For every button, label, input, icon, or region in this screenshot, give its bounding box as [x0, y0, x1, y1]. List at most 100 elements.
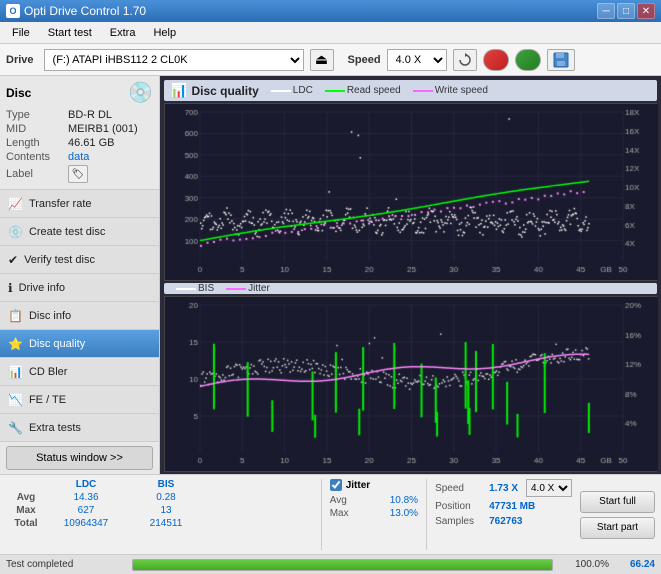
samples-label: Samples	[435, 516, 485, 527]
speed-stat-select[interactable]: 4.0 X	[526, 479, 572, 497]
save-button[interactable]	[547, 49, 575, 71]
sidebar-btn-cd-bler[interactable]: 📊 CD Bler	[0, 358, 159, 386]
drive-select[interactable]: (F:) ATAPI iHBS112 2 CL0K	[44, 49, 304, 71]
disc-contents-label: Contents	[6, 151, 68, 163]
titlebar: O Opti Drive Control 1.70 ─ □ ✕	[0, 0, 661, 22]
top-chart	[164, 103, 657, 281]
color-button-1[interactable]	[483, 49, 509, 71]
cd-bler-icon: 📊	[8, 365, 23, 379]
avg-label: Avg	[6, 492, 46, 503]
disc-section: Disc 💿 Type BD-R DL MID MEIRB1 (001) Len…	[0, 76, 159, 190]
jitter-max-row: Max 13.0%	[330, 508, 418, 519]
progress-bar	[133, 560, 552, 570]
status-text: Test completed	[6, 559, 126, 570]
chart-area: 📊 Disc quality LDC Read speed Write spee…	[160, 76, 661, 474]
charts-wrapper: BIS Jitter	[164, 103, 657, 472]
drive-info-icon: ℹ	[8, 281, 13, 295]
create-test-disc-icon: 💿	[8, 225, 23, 239]
disc-mid-value: MEIRB1 (001)	[68, 123, 138, 135]
speed-stat-value: 1.73 X	[489, 483, 518, 494]
sidebar-btn-disc-quality[interactable]: ⭐Disc quality	[0, 330, 159, 358]
disc-label-button[interactable]: 🏷	[68, 165, 88, 183]
cd-bler-label: CD Bler	[29, 366, 68, 378]
stats-header-row: LDC BIS	[6, 479, 313, 490]
disc-type-value: BD-R DL	[68, 109, 112, 121]
samples-stat-row: Samples 762763	[435, 516, 572, 527]
right-stats: Speed 1.73 X 4.0 X Position 47731 MB Sam…	[426, 479, 572, 550]
menu-start-test[interactable]: Start test	[40, 25, 100, 41]
stats-table: LDC BIS Avg 14.36 0.28 Max 627 13 Total …	[6, 479, 313, 550]
disc-title: Disc	[6, 86, 31, 100]
bottom-chart	[164, 296, 657, 472]
jitter-header: Jitter	[330, 479, 370, 491]
sidebar-btn-transfer-rate[interactable]: 📈Transfer rate	[0, 190, 159, 218]
progress-percentage: 100.0%	[559, 559, 609, 570]
create-test-disc-label: Create test disc	[29, 226, 105, 238]
sidebar-btn-extra-tests[interactable]: 🔧 Extra tests	[0, 414, 159, 442]
position-label: Position	[435, 501, 485, 512]
legend-read-speed: Read speed	[325, 85, 401, 96]
disc-contents-value: data	[68, 151, 89, 163]
disc-quality-label: Disc quality	[29, 338, 85, 350]
eject-button[interactable]: ⏏	[310, 49, 334, 71]
fe-te-icon: 📉	[8, 393, 23, 407]
extra-tests-label: Extra tests	[29, 422, 81, 434]
bis-avg: 0.28	[126, 492, 206, 503]
disc-type-label: Type	[6, 109, 68, 121]
titlebar-buttons: ─ □ ✕	[597, 3, 655, 19]
start-part-button[interactable]: Start part	[580, 517, 655, 539]
chart-header: 📊 Disc quality LDC Read speed Write spee…	[164, 80, 657, 101]
ldc-header: LDC	[46, 479, 126, 490]
bis-header: BIS	[126, 479, 206, 490]
position-stat-row: Position 47731 MB	[435, 501, 572, 512]
sidebar-btn-drive-info[interactable]: ℹDrive info	[0, 274, 159, 302]
disc-header: Disc 💿	[6, 80, 153, 105]
verify-test-disc-label: Verify test disc	[24, 254, 95, 266]
disc-mid-row: MID MEIRB1 (001)	[6, 123, 153, 135]
titlebar-left: O Opti Drive Control 1.70	[6, 4, 146, 18]
statusbar: Test completed 100.0% 66.24	[0, 554, 661, 574]
legend-bis: BIS	[176, 283, 214, 294]
max-label: Max	[6, 505, 46, 516]
disc-length-value: 46.61 GB	[68, 137, 114, 149]
sidebar-btn-verify-test-disc[interactable]: ✔Verify test disc	[0, 246, 159, 274]
sidebar-btn-create-test-disc[interactable]: 💿 Create test disc	[0, 218, 159, 246]
disc-mid-label: MID	[6, 123, 68, 135]
jitter-avg-value: 10.8%	[390, 495, 418, 506]
chart-icon: 📊	[170, 82, 187, 99]
action-buttons: Start full Start part	[580, 479, 655, 550]
extra-tests-icon: 🔧	[8, 421, 23, 435]
close-button[interactable]: ✕	[637, 3, 655, 19]
samples-value: 762763	[489, 516, 522, 527]
maximize-button[interactable]: □	[617, 3, 635, 19]
jitter-avg-row: Avg 10.8%	[330, 495, 418, 506]
jitter-checkbox[interactable]	[330, 479, 342, 491]
jitter-max-label: Max	[330, 508, 386, 519]
stats-avg-row: Avg 14.36 0.28	[6, 492, 313, 503]
menu-help[interactable]: Help	[145, 25, 184, 41]
disc-length-row: Length 46.61 GB	[6, 137, 153, 149]
bottom-chart-canvas	[165, 297, 658, 471]
disc-info-label: Disc info	[29, 310, 71, 322]
disc-contents-row: Contents data	[6, 151, 153, 163]
speed-select[interactable]: 4.0 X	[387, 49, 447, 71]
menu-extra[interactable]: Extra	[102, 25, 144, 41]
menu-file[interactable]: File	[4, 25, 38, 41]
status-window-button[interactable]: Status window >>	[6, 446, 153, 470]
speed-indicator: 66.24	[615, 559, 655, 570]
transfer-rate-label: Transfer rate	[29, 198, 92, 210]
minimize-button[interactable]: ─	[597, 3, 615, 19]
sidebar-btn-fe-te[interactable]: 📉 FE / TE	[0, 386, 159, 414]
jitter-avg-label: Avg	[330, 495, 386, 506]
fe-te-label: FE / TE	[29, 394, 66, 406]
position-value: 47731 MB	[489, 501, 535, 512]
color-button-2[interactable]	[515, 49, 541, 71]
sidebar-btn-disc-info[interactable]: 📋Disc info	[0, 302, 159, 330]
sidebar-buttons: 📈Transfer rate 💿 Create test disc ✔Verify t…	[0, 190, 159, 442]
disc-icon: 💿	[128, 80, 153, 105]
drivebar: Drive (F:) ATAPI iHBS112 2 CL0K ⏏ Speed …	[0, 44, 661, 76]
progress-bar-container	[132, 559, 553, 571]
speed-refresh-button[interactable]	[453, 49, 477, 71]
start-full-button[interactable]: Start full	[580, 491, 655, 513]
stats-max-row: Max 627 13	[6, 505, 313, 516]
